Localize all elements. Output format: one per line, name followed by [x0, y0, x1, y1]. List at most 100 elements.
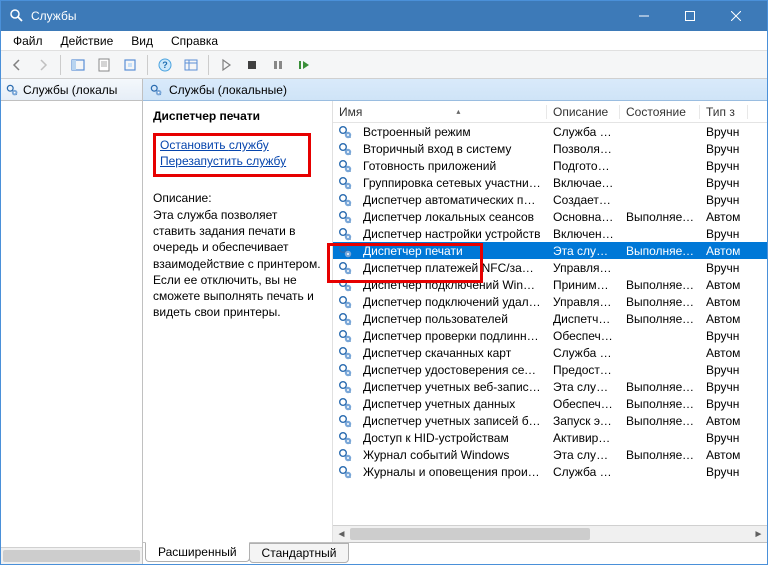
service-name: Диспетчер учетных записей безопасн... — [357, 414, 547, 428]
menu-action[interactable]: Действие — [53, 32, 122, 50]
services-list: Имя▴ Описание Состояние Тип з Встроенный… — [333, 101, 767, 542]
restart-service-link[interactable]: Перезапустить службу — [160, 154, 304, 168]
service-row[interactable]: Журнал событий WindowsЭта служб...Выполн… — [333, 446, 767, 463]
service-row[interactable]: Диспетчер автоматических подключ...Созда… — [333, 191, 767, 208]
properties-button[interactable] — [92, 54, 116, 76]
show-hide-button[interactable] — [66, 54, 90, 76]
service-icon — [337, 141, 353, 157]
service-row[interactable]: Вторичный вход в системуПозволяет...Вруч… — [333, 140, 767, 157]
tree-root[interactable]: Службы (локалы — [1, 79, 142, 101]
service-row[interactable]: Встроенный режимСлужба "В...Вручн — [333, 123, 767, 140]
services-node-icon — [5, 83, 19, 97]
service-desc: Обеспечи... — [547, 329, 620, 343]
menu-file[interactable]: Файл — [5, 32, 51, 50]
list-view-button[interactable] — [179, 54, 203, 76]
tab-extended[interactable]: Расширенный — [145, 542, 250, 562]
service-row[interactable]: Диспетчер удостоверения сетевых уч...Пре… — [333, 361, 767, 378]
service-row[interactable]: Диспетчер учетных данныхОбеспечи...Выпол… — [333, 395, 767, 412]
service-icon — [337, 260, 353, 276]
service-state: Выполняется — [620, 278, 700, 292]
service-type: Вручн — [700, 465, 748, 479]
service-name: Диспетчер печати — [357, 244, 547, 258]
service-row[interactable]: Группировка сетевых участниковВключает..… — [333, 174, 767, 191]
service-desc: Эта служб... — [547, 448, 620, 462]
help-button[interactable]: ? — [153, 54, 177, 76]
actions-highlight: Остановить службу Перезапустить службу — [153, 133, 311, 177]
service-type: Автом — [700, 312, 748, 326]
service-name: Диспетчер учетных данных — [357, 397, 547, 411]
tree-hscrollbar[interactable] — [1, 547, 142, 564]
column-name[interactable]: Имя▴ — [333, 105, 547, 119]
service-row[interactable]: Диспетчер пользователейДиспетчер...Выпол… — [333, 310, 767, 327]
minimize-button[interactable] — [621, 1, 667, 31]
service-name: Диспетчер удостоверения сетевых уч... — [357, 363, 547, 377]
service-desc: Эта служб... — [547, 244, 620, 258]
menu-view[interactable]: Вид — [123, 32, 161, 50]
column-state[interactable]: Состояние — [620, 105, 700, 119]
service-type: Автом — [700, 278, 748, 292]
back-button[interactable] — [5, 54, 29, 76]
pause-button[interactable] — [266, 54, 290, 76]
service-state: Выполняется — [620, 244, 700, 258]
service-row[interactable]: Диспетчер учетных веб-записейЭта служб..… — [333, 378, 767, 395]
maximize-button[interactable] — [667, 1, 713, 31]
service-type: Вручн — [700, 227, 748, 241]
service-row[interactable]: Диспетчер учетных записей безопасн...Зап… — [333, 412, 767, 429]
service-desc: Основная ... — [547, 210, 620, 224]
service-row[interactable]: Диспетчер подключений WindowsПринимае...… — [333, 276, 767, 293]
service-type: Автом — [700, 414, 748, 428]
service-name: Доступ к HID-устройствам — [357, 431, 547, 445]
export-button[interactable] — [118, 54, 142, 76]
stop-button[interactable] — [240, 54, 264, 76]
service-type: Вручн — [700, 159, 748, 173]
service-row[interactable]: Диспетчер печатиЭта служб...ВыполняетсяА… — [333, 242, 767, 259]
service-type: Вручн — [700, 125, 748, 139]
service-name: Журналы и оповещения производите... — [357, 465, 547, 479]
service-icon — [337, 294, 353, 310]
service-name: Вторичный вход в систему — [357, 142, 547, 156]
scroll-right-icon[interactable]: ► — [750, 526, 767, 543]
service-name: Диспетчер учетных веб-записей — [357, 380, 547, 394]
service-name: Диспетчер автоматических подключ... — [357, 193, 547, 207]
service-type: Автом — [700, 210, 748, 224]
service-state: Выполняется — [620, 448, 700, 462]
service-row[interactable]: Журналы и оповещения производите...Служб… — [333, 463, 767, 480]
service-icon — [337, 328, 353, 344]
start-button[interactable] — [214, 54, 238, 76]
service-type: Вручн — [700, 261, 748, 275]
forward-button[interactable] — [31, 54, 55, 76]
service-row[interactable]: Диспетчер проверки подлинности X...Обесп… — [333, 327, 767, 344]
service-name: Группировка сетевых участников — [357, 176, 547, 190]
service-icon — [337, 379, 353, 395]
service-row[interactable]: Диспетчер локальных сеансовОсновная ...В… — [333, 208, 767, 225]
service-state: Выполняется — [620, 397, 700, 411]
stop-service-link[interactable]: Остановить службу — [160, 138, 304, 152]
service-row[interactable]: Диспетчер скачанных картСлужба W...Автом — [333, 344, 767, 361]
service-type: Автом — [700, 448, 748, 462]
service-desc: Обеспечи... — [547, 397, 620, 411]
tab-standard[interactable]: Стандартный — [249, 543, 350, 563]
service-icon — [337, 175, 353, 191]
service-desc: Создает п... — [547, 193, 620, 207]
menu-help[interactable]: Справка — [163, 32, 226, 50]
scroll-left-icon[interactable]: ◄ — [333, 526, 350, 543]
service-row[interactable]: Доступ к HID-устройствамАктивируе...Вруч… — [333, 429, 767, 446]
pane-header: Службы (локальные) — [143, 79, 767, 101]
column-type[interactable]: Тип з — [700, 105, 748, 119]
service-row[interactable]: Диспетчер настройки устройствВключени...… — [333, 225, 767, 242]
detail-panel: Диспетчер печати Остановить службу Перез… — [143, 101, 333, 542]
restart-button[interactable] — [292, 54, 316, 76]
service-name: Журнал событий Windows — [357, 448, 547, 462]
service-icon — [337, 362, 353, 378]
list-hscrollbar[interactable]: ◄ ► — [333, 525, 767, 542]
close-button[interactable] — [713, 1, 759, 31]
column-desc[interactable]: Описание — [547, 105, 620, 119]
service-desc: Включени... — [547, 227, 620, 241]
service-icon — [337, 192, 353, 208]
service-row[interactable]: Диспетчер подключений удаленного...Управ… — [333, 293, 767, 310]
service-row[interactable]: Диспетчер платежей NFC/защище...Управляе… — [333, 259, 767, 276]
service-type: Вручн — [700, 363, 748, 377]
service-name: Диспетчер проверки подлинности X... — [357, 329, 547, 343]
service-row[interactable]: Готовность приложенийПодготовк...Вручн — [333, 157, 767, 174]
service-desc: Эта служб... — [547, 380, 620, 394]
